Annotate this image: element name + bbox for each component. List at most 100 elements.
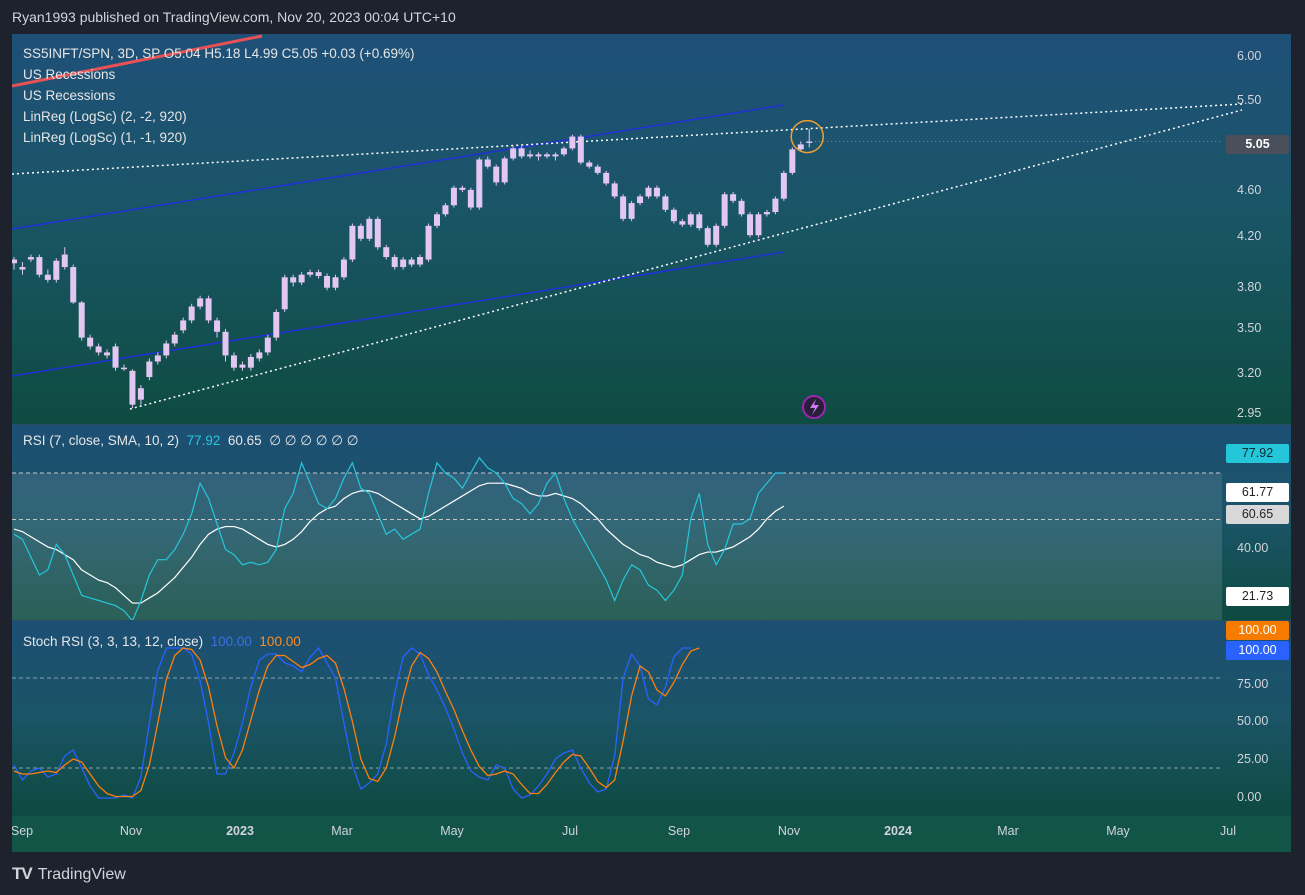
price-pane[interactable]: SS5INFT/SPN, 3D, SP O5.04 H5.18 L4.99 C5… [12, 34, 1291, 424]
time-axis[interactable]: Sep Nov 2023 Mar May Jul Sep Nov 2024 Ma… [12, 816, 1291, 852]
candle-body [214, 320, 221, 332]
candle-body [137, 388, 144, 400]
stoch-d-line [13, 647, 700, 798]
candle-body [256, 352, 263, 359]
candle-body [653, 187, 660, 197]
rsi-band [12, 519, 1222, 620]
candle-body [569, 136, 576, 149]
candle-body [704, 228, 711, 245]
candle-body [628, 203, 635, 219]
candle-body [264, 337, 271, 353]
candle-body [662, 196, 669, 210]
stoch-k-badge: 100.00 [1226, 641, 1289, 660]
candle-body [645, 187, 652, 197]
price-legend: SS5INFT/SPN, 3D, SP O5.04 H5.18 L4.99 C5… [23, 43, 414, 148]
time-tick: Sep [12, 824, 34, 838]
candle-body [442, 205, 449, 215]
candle-body [129, 370, 136, 405]
candle-body [400, 259, 407, 268]
highlight-circle [790, 119, 824, 154]
time-tick: Nov [119, 824, 143, 838]
price-tick: 3.50 [1237, 321, 1262, 335]
candle-body [611, 183, 618, 197]
time-tick: May [1106, 824, 1130, 838]
time-tick: Mar [331, 824, 353, 838]
candle-body [374, 218, 381, 248]
candle-body [730, 194, 737, 201]
candle-body [434, 214, 440, 226]
rsi-upper-zone [12, 473, 1222, 520]
time-tick: 2024 [884, 824, 912, 838]
candle-body [425, 225, 432, 260]
candle-body [763, 212, 770, 215]
candle-body [620, 196, 627, 219]
brand-name: TradingView [37, 866, 126, 883]
stoch-tick: 0.00 [1237, 790, 1262, 804]
candle-body [603, 172, 610, 184]
candle-body [391, 257, 398, 268]
candle-body [459, 187, 466, 190]
candle-body [70, 267, 77, 303]
candle-body [163, 343, 170, 356]
rsi-legend: RSI (7, close, SMA, 10, 2) 77.92 60.65 ∅… [23, 430, 359, 451]
price-tick: 4.60 [1237, 183, 1262, 197]
candle-body [61, 254, 68, 268]
rsi-ma-badge: 60.65 [1226, 505, 1289, 524]
price-tick: 3.80 [1237, 280, 1262, 294]
candle-body [230, 355, 237, 368]
candle-body [112, 346, 119, 368]
price-tick: 3.20 [1237, 366, 1262, 380]
stoch-pane[interactable]: Stoch RSI (3, 3, 13, 12, close) 100.00 1… [12, 621, 1291, 816]
candle-body [357, 225, 364, 239]
candle-body [332, 277, 339, 288]
chart-area[interactable]: SS5INFT/SPN, 3D, SP O5.04 H5.18 L4.99 C5… [12, 34, 1291, 852]
candle-body [408, 259, 415, 265]
trend-dotted-lower [129, 109, 1243, 410]
rsi-upper-badge: 61.77 [1226, 483, 1289, 502]
publisher-bar: Ryan1993 published on TradingView.com, N… [0, 0, 1305, 34]
tradingview-logo[interactable]: TV TradingView [12, 864, 126, 884]
price-tick: 5.50 [1237, 93, 1262, 107]
rsi-name: RSI (7, close, SMA, 10, 2) [23, 433, 180, 448]
candle-body [467, 189, 474, 208]
last-price-badge: 5.05 [1226, 135, 1289, 154]
candle-body [78, 302, 85, 338]
stoch-legend: Stoch RSI (3, 3, 13, 12, close) 100.00 1… [23, 631, 301, 652]
candle-body [44, 274, 51, 280]
candle-body [95, 346, 102, 353]
candle-body [120, 367, 127, 370]
rsi-pane[interactable]: RSI (7, close, SMA, 10, 2) 77.92 60.65 ∅… [12, 425, 1291, 620]
time-tick: May [440, 824, 464, 838]
candle-body [586, 162, 593, 167]
candle-body [687, 214, 694, 225]
price-tick: 2.95 [1237, 406, 1262, 420]
candle-body [180, 320, 187, 331]
candle-body [738, 200, 745, 215]
rsi-tick: 40.00 [1237, 541, 1269, 555]
candle-body [594, 166, 601, 173]
linreg-label-1: LinReg (LogSc) (2, -2, 920) [23, 109, 187, 124]
candle-body [780, 172, 787, 199]
candle-body [340, 259, 347, 278]
candle-body [366, 218, 373, 239]
candle-body [493, 166, 500, 183]
candle-body [290, 277, 297, 283]
candle-body [53, 260, 60, 280]
candle-body [273, 312, 280, 338]
candle-body [510, 148, 517, 159]
time-tick: Jul [1220, 824, 1236, 838]
candle-body [527, 154, 534, 157]
linreg-label-2: LinReg (LogSc) (1, -1, 920) [23, 130, 187, 145]
candle-body [315, 272, 322, 276]
candle-body [797, 144, 804, 150]
time-tick: Mar [997, 824, 1019, 838]
time-tick: Sep [667, 824, 691, 838]
linreg-lower-line [12, 251, 785, 377]
stoch-name: Stoch RSI (3, 3, 13, 12, close) [23, 634, 204, 649]
candle-body [560, 148, 567, 155]
publisher-line: Ryan1993 published on TradingView.com, N… [12, 9, 456, 25]
candle-body [450, 187, 457, 206]
candle-body [104, 352, 111, 356]
candle-body [755, 214, 762, 236]
rsi-empty-values: ∅ ∅ ∅ ∅ ∅ ∅ [269, 433, 359, 448]
